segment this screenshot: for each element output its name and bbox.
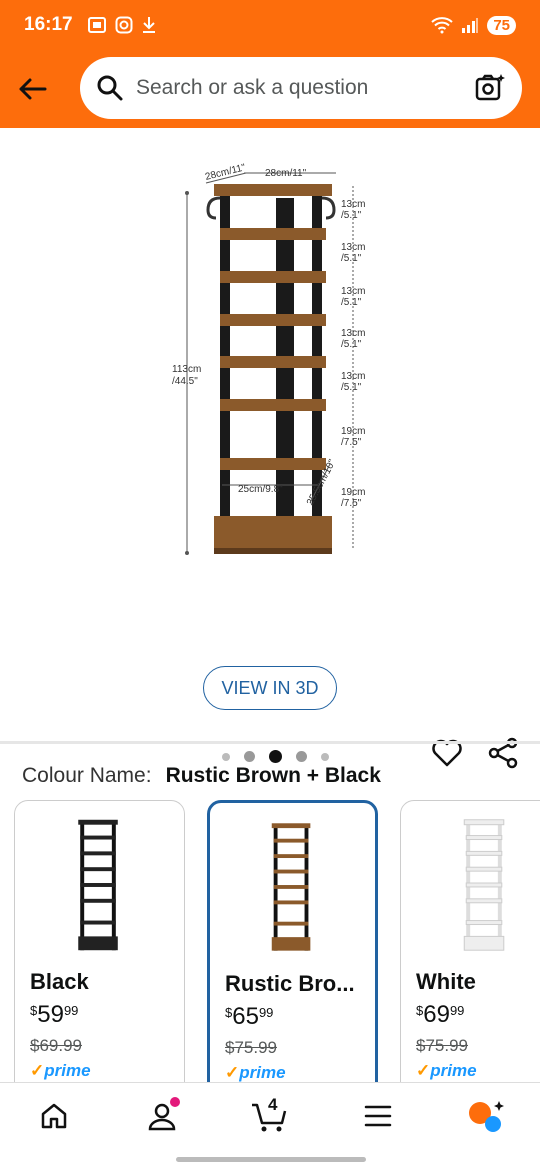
- gap-7-cm: 19cm: [341, 487, 365, 498]
- swatch-rustic-brown-name: Rustic Bro...: [225, 971, 355, 996]
- search-input[interactable]: [136, 76, 474, 100]
- gallery-notification-icon: [87, 17, 106, 33]
- gap-2-cm: 13cm: [341, 242, 365, 253]
- section-divider: [0, 741, 540, 744]
- swatch-black-was-price: $69.99: [30, 1036, 82, 1055]
- height-total-cm: 113cm: [172, 364, 201, 375]
- swatch-white-name: White: [416, 969, 476, 994]
- swatch-white[interactable]: White $6999 $75.99 ✓prime: [400, 800, 540, 1083]
- status-time: 16:17: [24, 14, 73, 35]
- carousel-dot: [244, 751, 255, 762]
- gap-1-in: /5.1": [341, 210, 362, 221]
- system-icons: 75: [431, 15, 516, 35]
- signal-icon: [462, 18, 479, 33]
- gap-6-cm: 19cm: [341, 426, 365, 437]
- back-button[interactable]: [0, 57, 64, 121]
- battery-level: 75: [487, 15, 516, 35]
- home-icon: [41, 1103, 67, 1128]
- download-notification-icon: [142, 17, 155, 33]
- height-total-in: /44.5": [172, 376, 198, 387]
- gap-7-in: /7.5": [341, 498, 362, 509]
- view-in-3d-button[interactable]: VIEW IN 3D: [203, 666, 337, 710]
- swatch-rustic-brown[interactable]: Rustic Bro... $6599 $75.99 ✓prime: [207, 800, 378, 1083]
- nav-home[interactable]: [24, 1091, 84, 1141]
- gap-1-cm: 13cm: [341, 199, 365, 210]
- swatch-white-was-price: $75.99: [416, 1036, 468, 1055]
- swatch-white-price: $6999: [416, 1001, 465, 1028]
- search-bar[interactable]: [80, 57, 522, 119]
- swatch-black[interactable]: Black $5999 $69.99 ✓prime: [14, 800, 185, 1083]
- cart-count: 4: [268, 1094, 278, 1114]
- swatch-black-name: Black: [30, 969, 89, 994]
- swatch-black-image: [78, 819, 118, 951]
- swatch-rustic-brown-image: [271, 823, 311, 951]
- carousel-dots: [222, 750, 329, 763]
- gap-4-in: /5.1": [341, 339, 362, 350]
- carousel-dot: [222, 752, 230, 761]
- colour-selector-header: Colour Name: Rustic Brown + Black: [22, 764, 381, 788]
- prime-badge: ✓prime: [30, 1061, 91, 1080]
- nav-account[interactable]: [132, 1091, 192, 1141]
- app-header: [0, 50, 540, 128]
- colour-swatches: Black $5999 $69.99 ✓prime Rustic Bro... …: [14, 800, 540, 1083]
- prime-badge: ✓prime: [416, 1061, 477, 1080]
- gap-4-cm: 13cm: [341, 328, 365, 339]
- carousel-dot: [321, 752, 329, 761]
- gap-3-in: /5.1": [341, 297, 362, 308]
- bottom-navigation: 4: [0, 1082, 540, 1148]
- shoe-rack-image: 28cm/11" 28cm/11" 113cm /44.5" 13cm /5.1…: [172, 162, 365, 555]
- back-arrow-icon: [19, 78, 47, 100]
- camera-search-icon[interactable]: [474, 72, 506, 104]
- gap-3-cm: 13cm: [341, 286, 365, 297]
- menu-icon: [364, 1105, 392, 1126]
- carousel-dot-active: [269, 750, 282, 763]
- depth-top-label: 28cm/11": [204, 162, 247, 183]
- gap-5-in: /5.1": [341, 382, 362, 393]
- home-indicator[interactable]: [176, 1157, 366, 1162]
- bottom-width-label: 25cm/9.8": [238, 484, 283, 495]
- nav-rufus-assistant[interactable]: [456, 1091, 516, 1141]
- rufus-assistant-icon: [469, 1100, 504, 1132]
- width-top-label: 28cm/11": [265, 168, 307, 179]
- search-icon: [97, 75, 123, 101]
- colour-label: Colour Name:: [22, 764, 152, 787]
- colour-selected-value: Rustic Brown + Black: [165, 764, 381, 787]
- swatch-rustic-brown-price: $6599: [225, 1003, 274, 1030]
- status-bar: 16:17 75: [0, 0, 540, 50]
- nav-menu[interactable]: [348, 1091, 408, 1141]
- product-image[interactable]: 28cm/11" 28cm/11" 113cm /44.5" 13cm /5.1…: [0, 128, 540, 728]
- carousel-dot: [296, 751, 307, 762]
- nav-cart[interactable]: 4: [240, 1091, 300, 1141]
- prime-badge: ✓prime: [225, 1063, 286, 1082]
- swatch-black-price: $5999: [30, 1001, 79, 1028]
- swatch-white-image: [463, 819, 505, 951]
- gap-5-cm: 13cm: [341, 371, 365, 382]
- gap-2-in: /5.1": [341, 253, 362, 264]
- instagram-notification-icon: [115, 16, 133, 34]
- swatch-rustic-brown-was-price: $75.99: [225, 1038, 277, 1057]
- account-notification-dot: [170, 1096, 180, 1107]
- gap-6-in: /7.5": [341, 437, 362, 448]
- wifi-icon: [431, 17, 453, 34]
- notification-icons: [87, 16, 157, 34]
- product-detail: 28cm/11" 28cm/11" 113cm /44.5" 13cm /5.1…: [0, 128, 540, 1083]
- dimension-labels: 28cm/11" 28cm/11" 113cm /44.5" 13cm /5.1…: [172, 162, 365, 509]
